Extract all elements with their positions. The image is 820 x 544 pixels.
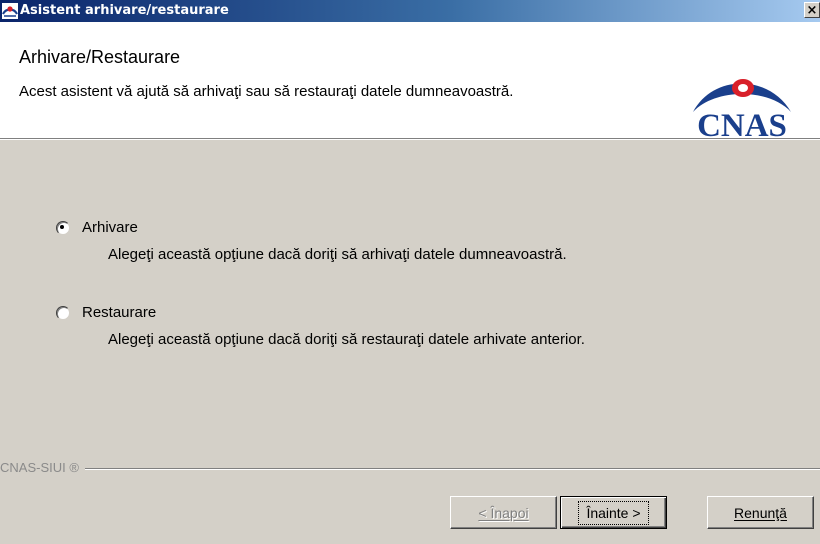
option-arhivare-description: Alegeţi această opţiune dacă doriţi să a… bbox=[108, 246, 567, 263]
radio-selected-dot bbox=[60, 224, 64, 229]
next-button-label: Înainte > bbox=[578, 500, 649, 525]
wizard-header: Arhivare/Restaurare Acest asistent vă aj… bbox=[0, 22, 820, 140]
cnas-logo: CNAS bbox=[693, 79, 791, 140]
back-button-label: < Înapoi bbox=[478, 504, 529, 521]
logo-text: CNAS bbox=[697, 108, 787, 140]
back-button[interactable]: < Înapoi bbox=[450, 496, 557, 529]
close-icon: × bbox=[806, 3, 818, 18]
footer-separator bbox=[0, 468, 820, 470]
header-title: Arhivare/Restaurare bbox=[19, 47, 181, 67]
app-logo-icon bbox=[2, 3, 18, 19]
option-restaurare[interactable]: Restaurare bbox=[56, 304, 156, 321]
next-button[interactable]: Înainte > bbox=[560, 496, 667, 529]
option-restaurare-description: Alegeţi această opţiune dacă doriţi să r… bbox=[108, 331, 585, 348]
close-button[interactable]: × bbox=[804, 2, 820, 18]
option-restaurare-label[interactable]: Restaurare bbox=[82, 304, 156, 321]
radio-restaurare[interactable] bbox=[56, 305, 70, 320]
cancel-button[interactable]: Renunţă bbox=[707, 496, 814, 529]
option-arhivare[interactable]: Arhivare bbox=[56, 219, 138, 236]
footer-brand: CNAS-SIUI ® bbox=[0, 460, 85, 475]
title-bar: Asistent arhivare/restaurare × bbox=[0, 0, 820, 22]
cancel-button-label: Renunţă bbox=[734, 504, 787, 521]
option-arhivare-label[interactable]: Arhivare bbox=[82, 219, 138, 236]
header-subtitle: Acest asistent vă ajută să arhivaţi sau … bbox=[19, 83, 514, 100]
radio-arhivare[interactable] bbox=[56, 220, 70, 235]
window-title: Asistent arhivare/restaurare bbox=[20, 3, 229, 18]
